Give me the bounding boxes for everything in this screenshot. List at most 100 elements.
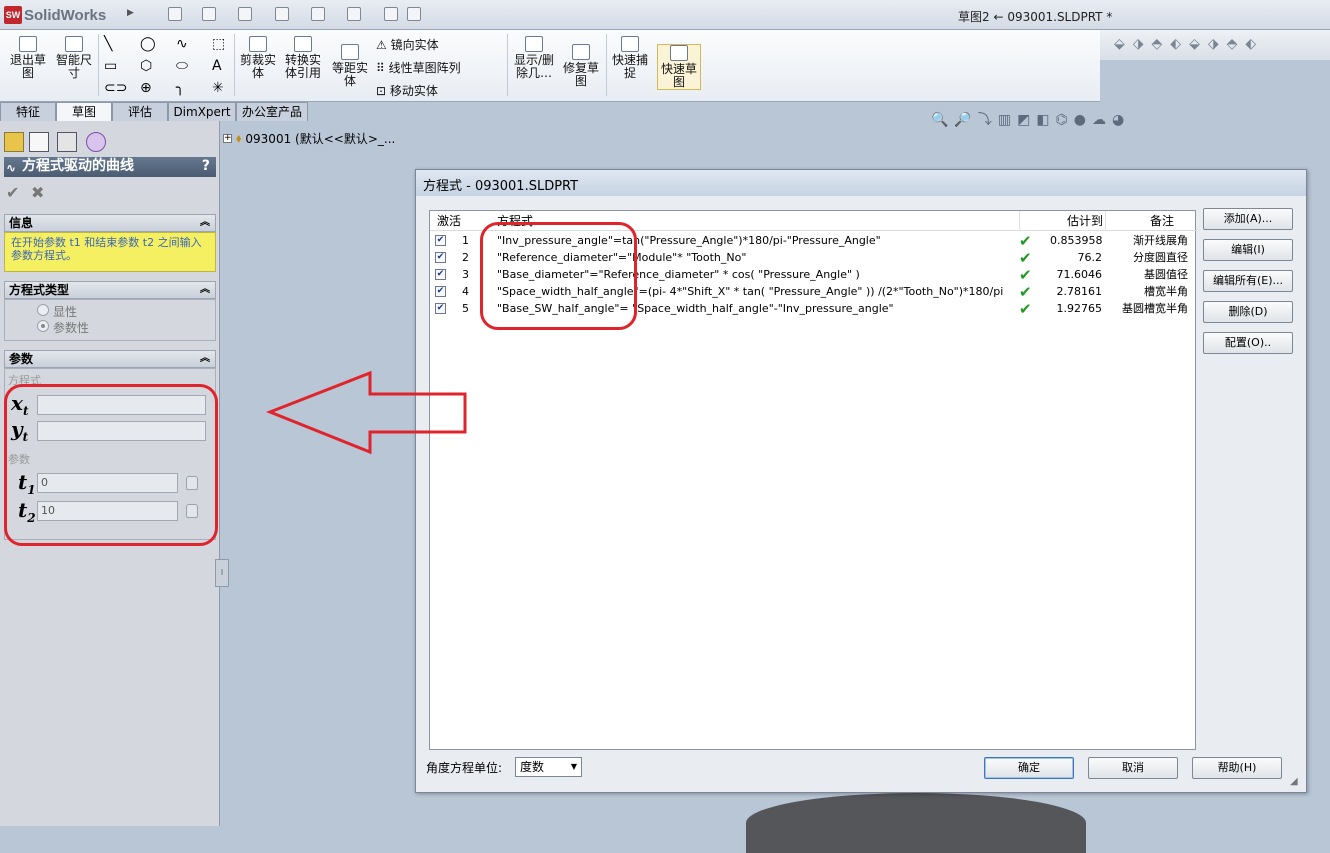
rapid-sketch-icon — [670, 45, 688, 61]
resize-grip-icon[interactable]: ◢ — [1290, 776, 1302, 788]
info-header[interactable]: 信息 ︽ — [4, 214, 216, 232]
trim-entities-button[interactable]: 剪裁实体 — [238, 36, 278, 80]
manager-tabs — [0, 129, 220, 155]
property-manager-icon[interactable] — [29, 132, 49, 152]
line-icon[interactable]: ╲ — [104, 36, 130, 52]
polygon-icon[interactable]: ⬡ — [140, 58, 166, 74]
tab-features[interactable]: 特征 — [0, 102, 56, 121]
linear-pattern-button[interactable]: ⠿ 线性草图阵列 — [376, 59, 461, 76]
save-icon[interactable] — [238, 7, 252, 21]
rebuild-icon[interactable] — [384, 7, 398, 21]
help-icon[interactable]: ? — [202, 157, 210, 176]
view-tools-icons[interactable]: ⬙⬗⬘⬖⬙⬗⬘⬖ — [1114, 36, 1264, 52]
evaluated-value: 1.92765 — [1056, 302, 1103, 315]
valid-check-icon: ✔ — [1019, 249, 1032, 267]
info-header-label: 信息 — [9, 216, 34, 230]
options-icon[interactable] — [407, 7, 421, 21]
menu-expand-icon[interactable]: ▶ — [127, 8, 134, 18]
exit-sketch-icon — [19, 36, 37, 52]
new-icon[interactable] — [168, 7, 182, 21]
delete-button[interactable]: 删除(D) — [1203, 301, 1293, 323]
ok-icon[interactable]: ✔ — [6, 183, 19, 202]
feature-tree-icon[interactable] — [4, 132, 24, 152]
cancel-button[interactable]: 取消 — [1088, 757, 1178, 779]
relations-icon — [525, 36, 543, 52]
note-text: 基圆值径 — [1144, 268, 1188, 281]
sketch-entities-group: ╲ ◯ ∿ ⬚ ▭ ⬡ ⬭ A ⊂⊃ ⊕ ╮ ✳ — [104, 36, 232, 96]
gear-model — [746, 793, 1086, 853]
valid-check-icon: ✔ — [1019, 300, 1032, 318]
rapid-sketch-button[interactable]: 快速草图 — [657, 44, 701, 90]
mirror-entities-button[interactable]: ⚠ 镜向实体 — [376, 36, 439, 53]
smart-dimension-icon — [65, 36, 83, 52]
info-message: 在开始参数 t1 和结束参数 t2 之间输入参数方程式。 — [4, 232, 216, 272]
annotation-highlight-parameters — [4, 384, 218, 546]
solidworks-logo-icon: SW — [4, 6, 22, 24]
part-icon: ⬧ — [236, 131, 242, 145]
offset-entities-button[interactable]: 等距实体 — [330, 44, 370, 88]
open-icon[interactable] — [202, 7, 216, 21]
app-logo: SW SolidWorks — [4, 4, 106, 26]
edit-all-button[interactable]: 编辑所有(E)... — [1203, 270, 1293, 292]
angle-unit-select[interactable]: 度数 ▼ — [515, 757, 582, 777]
select-icon[interactable] — [347, 7, 361, 21]
heads-up-view-toolbar[interactable]: 🔍🔎⤵▥◩◧⌬●☁◕ — [931, 109, 1130, 129]
snap-icon — [621, 36, 639, 52]
parametric-radio[interactable] — [37, 320, 49, 332]
exit-sketch-label: 退出草图 — [9, 53, 46, 80]
parameters-header[interactable]: 参数 ︽ — [4, 350, 216, 368]
dimxpert-icon[interactable] — [86, 132, 106, 152]
note-text: 渐开线展角 — [1133, 234, 1188, 247]
active-checkbox[interactable]: ✔ — [435, 235, 446, 246]
print-icon[interactable] — [275, 7, 289, 21]
row-number: 5 — [462, 302, 469, 315]
smart-dimension-button[interactable]: 智能尺寸 — [54, 36, 94, 80]
note-text: 分度圆直径 — [1133, 251, 1188, 264]
active-checkbox[interactable]: ✔ — [435, 303, 446, 314]
configuration-button[interactable]: 配置(O).. — [1203, 332, 1293, 354]
feature-tree-flyout[interactable]: + ⬧ 093001 (默认<<默认>_... — [223, 130, 395, 147]
move-entities-button[interactable]: ⊡ 移动实体 — [376, 82, 438, 99]
repair-sketch-button[interactable]: 修复草图 — [561, 44, 601, 88]
equation-type-header[interactable]: 方程式类型 ︽ — [4, 281, 216, 299]
note-text: 基圆槽宽半角 — [1122, 302, 1188, 315]
cancel-icon[interactable]: ✖ — [31, 183, 44, 202]
spline-icon[interactable]: ∿ — [176, 36, 202, 52]
repair-icon — [572, 44, 590, 60]
show-delete-relations-button[interactable]: 显示/删除几… — [511, 36, 557, 80]
convert-entities-button[interactable]: 转换实体引用 — [283, 36, 323, 80]
pattern-icon: ⠿ — [376, 61, 389, 75]
ok-button[interactable]: 确定 — [984, 757, 1074, 779]
active-checkbox[interactable]: ✔ — [435, 252, 446, 263]
collapse-icon: ︽ — [200, 217, 210, 228]
circle-icon[interactable]: ◯ — [140, 36, 166, 52]
evaluated-value: 2.78161 — [1056, 285, 1103, 298]
active-checkbox[interactable]: ✔ — [435, 286, 446, 297]
fillet-icon[interactable]: ╮ — [176, 80, 202, 96]
exit-sketch-button[interactable]: 退出草图 — [8, 36, 48, 80]
undo-icon[interactable] — [311, 7, 325, 21]
edit-button[interactable]: 编辑(I) — [1203, 239, 1293, 261]
smart-dimension-label: 智能尺寸 — [55, 53, 92, 80]
column-divider — [1019, 211, 1020, 231]
tab-sketch[interactable]: 草图 — [56, 102, 112, 121]
tab-office-products[interactable]: 办公室产品 — [236, 102, 308, 121]
slot-icon[interactable]: ⊂⊃ — [104, 80, 130, 96]
equation-type-label: 方程式类型 — [9, 283, 70, 297]
tab-dimxpert[interactable]: DimXpert — [168, 102, 236, 121]
explicit-radio[interactable] — [37, 304, 49, 316]
separator — [606, 34, 607, 96]
tab-evaluate[interactable]: 评估 — [112, 102, 168, 121]
curve-icon: ∿ — [6, 161, 17, 175]
valid-check-icon: ✔ — [1019, 283, 1032, 301]
rectangle-icon[interactable]: ▭ — [104, 58, 130, 74]
quick-snap-button[interactable]: 快速捕捉 — [610, 36, 650, 80]
add-button[interactable]: 添加(A)... — [1203, 208, 1293, 230]
expand-icon[interactable]: + — [223, 134, 232, 143]
ellipse-icon[interactable]: ⬭ — [176, 58, 202, 74]
point-icon[interactable]: ⊕ — [140, 80, 166, 96]
help-button[interactable]: 帮助(H) — [1192, 757, 1282, 779]
active-checkbox[interactable]: ✔ — [435, 269, 446, 280]
separator — [98, 34, 99, 96]
configuration-icon[interactable] — [57, 132, 77, 152]
